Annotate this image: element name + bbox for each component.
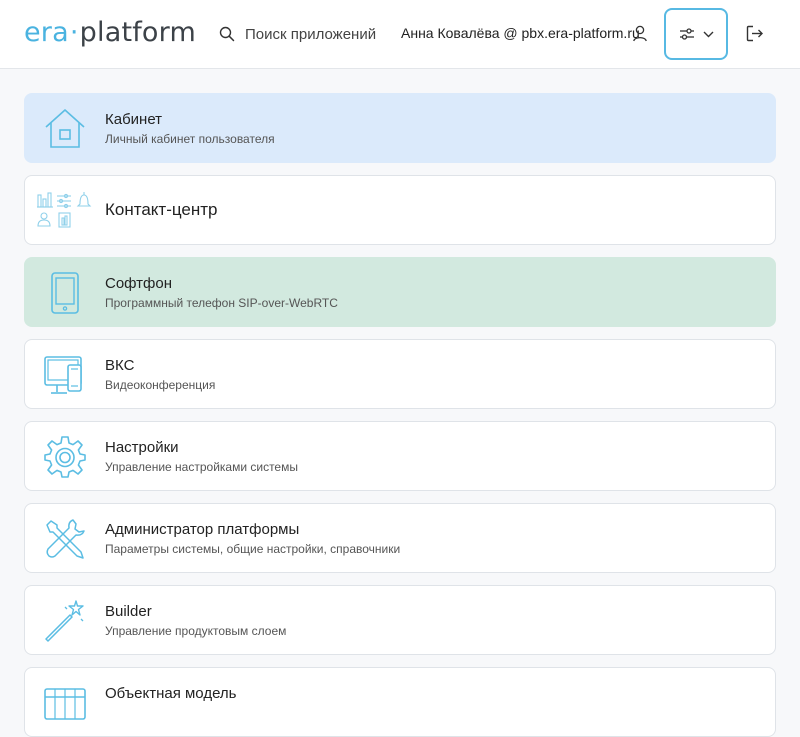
app-subtitle: Управление настройками системы (105, 460, 298, 474)
logout-icon[interactable] (746, 25, 764, 42)
sliders-icon (679, 28, 694, 40)
app-title: Настройки (105, 439, 179, 456)
user-label: Анна Ковалёва @ pbx.era-platform.ru (401, 25, 640, 41)
app-subtitle: Личный кабинет пользователя (105, 132, 275, 146)
app-title: ВКС (105, 357, 135, 374)
app-subtitle: Управление продуктовым слоем (105, 624, 287, 638)
logo-era-text: era (24, 17, 69, 48)
tablet-icon (51, 272, 79, 314)
app-card-cabinet[interactable]: Кабинет Личный кабинет пользователя (24, 93, 776, 163)
contact-center-icon (37, 192, 92, 228)
app-title: Контакт-центр (105, 200, 218, 219)
logo[interactable]: era·platform (24, 16, 196, 50)
app-title: Кабинет (105, 111, 163, 128)
app-card-contact-center[interactable]: Контакт-центр (24, 175, 776, 245)
house-icon (45, 109, 85, 148)
user-icon[interactable] (632, 25, 648, 42)
search-label: Поиск приложений (245, 25, 377, 43)
app-card-platform-admin[interactable]: Администратор платформы Параметры систем… (24, 503, 776, 573)
magic-wand-icon (45, 600, 84, 642)
logo-platform-text: platform (79, 17, 196, 48)
gear-icon (44, 436, 86, 478)
app-card-settings[interactable]: Настройки Управление настройками системы (24, 421, 776, 491)
app-card-vks[interactable]: ВКС Видеоконференция (24, 339, 776, 409)
app-subtitle: Видеоконференция (105, 378, 216, 392)
app-subtitle: Программный телефон SIP-over-WebRTC (105, 296, 338, 310)
app-card-object-model[interactable]: Объектная модель (24, 667, 776, 737)
app-header: era·platform Поиск приложений Анна Ковал… (0, 0, 800, 69)
tools-icon (46, 519, 85, 559)
monitor-phone-icon (44, 356, 82, 394)
app-subtitle: Параметры системы, общие настройки, спра… (105, 542, 401, 556)
app-title: Builder (105, 603, 152, 620)
search-icon (219, 26, 235, 42)
app-card-builder[interactable]: Builder Управление продуктовым слоем (24, 585, 776, 655)
logo-dot: · (69, 17, 79, 48)
app-title: Администратор платформы (105, 521, 300, 538)
app-title: Софтфон (105, 275, 173, 292)
chevron-down-icon (703, 31, 713, 37)
app-title: Объектная модель (105, 685, 237, 702)
app-card-softphone[interactable]: Софтфон Программный телефон SIP-over-Web… (24, 257, 776, 327)
settings-dropdown-button[interactable] (664, 8, 728, 60)
search-apps[interactable]: Поиск приложений (219, 23, 376, 45)
table-icon (44, 688, 86, 720)
